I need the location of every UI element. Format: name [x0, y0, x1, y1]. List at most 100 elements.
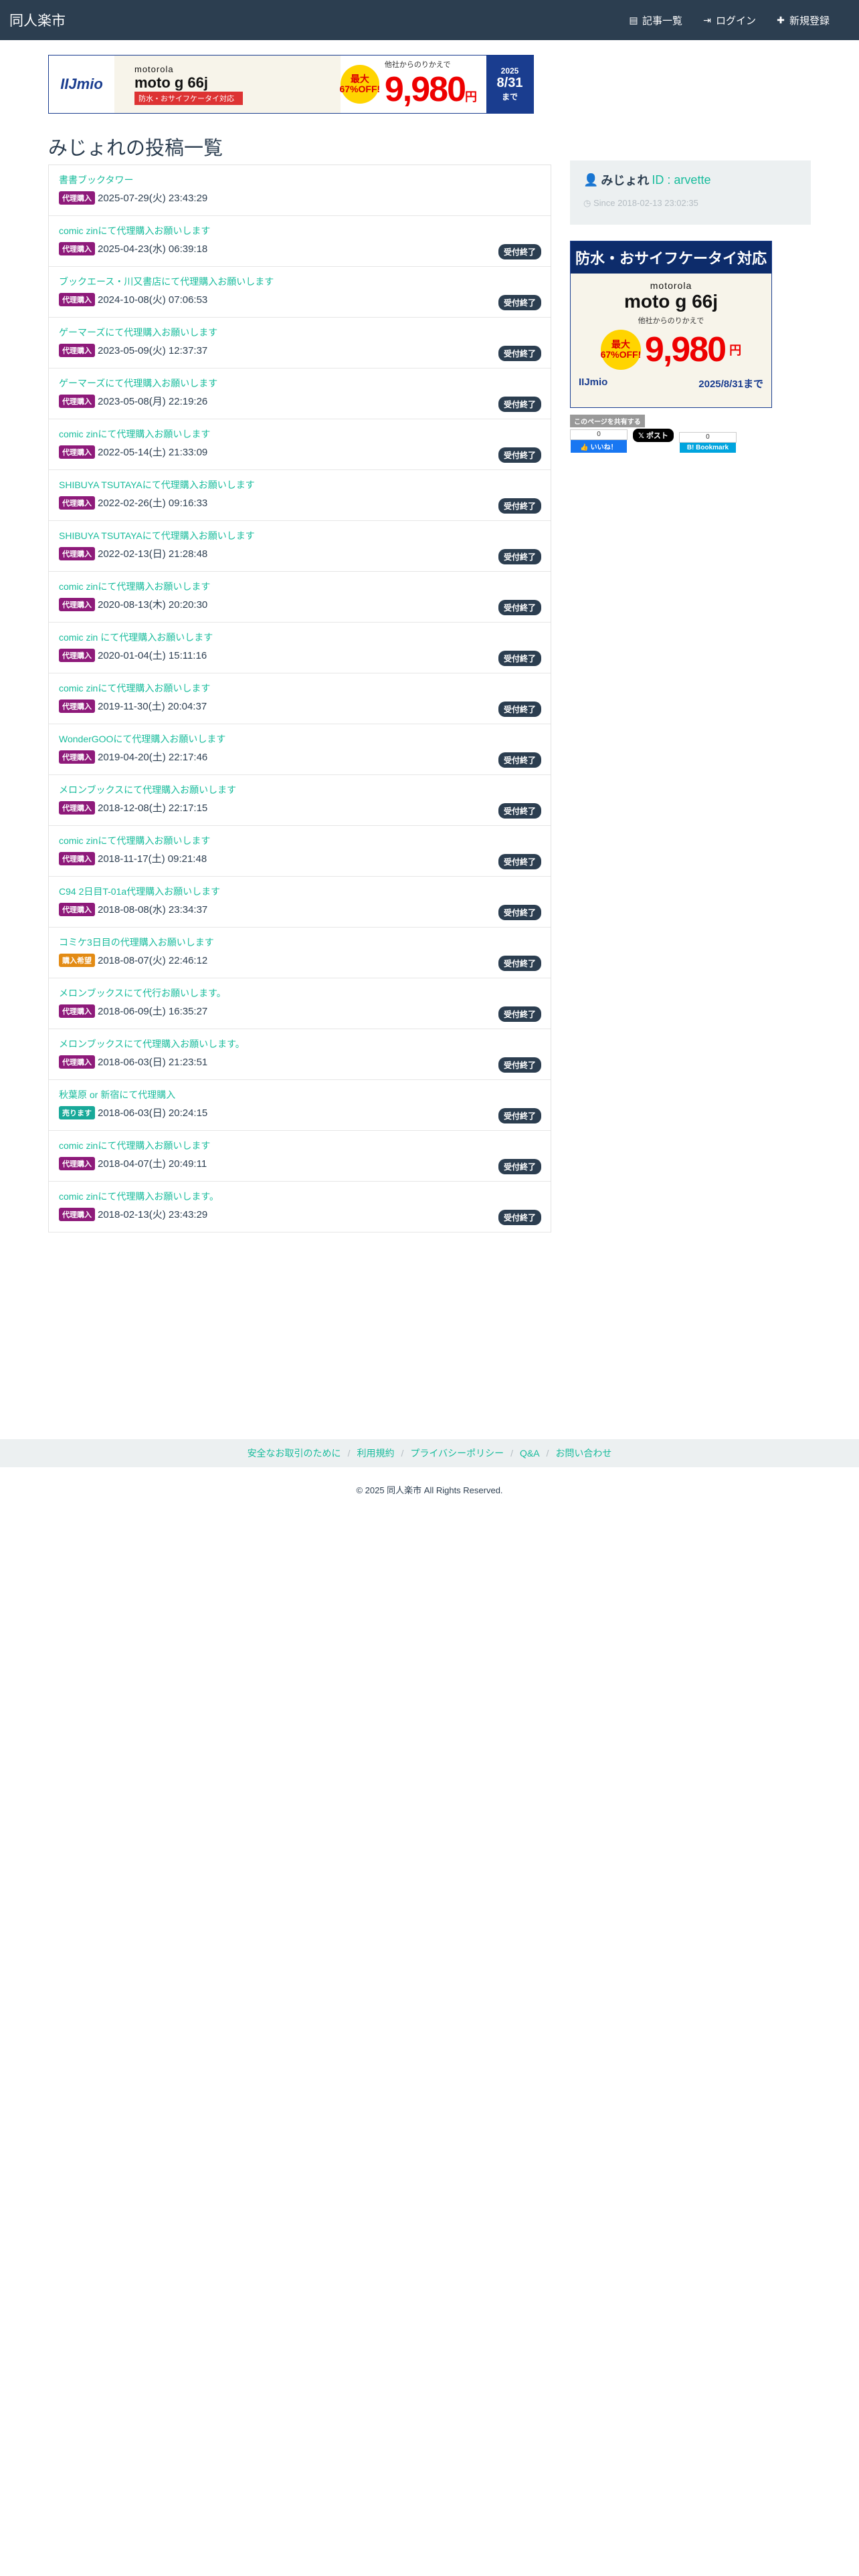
- post-title-link[interactable]: SHIBUYA TSUTAYAにて代理購入お願いします: [59, 529, 541, 542]
- post-type-label: 代理購入: [59, 699, 95, 713]
- footer-link-qa[interactable]: Q&A: [520, 1448, 540, 1459]
- post-meta: 代理購入 2023-05-08(月) 22:19:26: [59, 394, 541, 408]
- user-icon: 👤: [583, 173, 599, 187]
- status-badge: 受付終了: [498, 295, 541, 310]
- post-row: 秋葉原 or 新宿にて代理購入 売ります 2018-06-03(日) 20:24:1…: [49, 1080, 551, 1131]
- ad-side-brand: motorola: [650, 280, 692, 291]
- x-post-button[interactable]: 𝕏 ポスト: [633, 429, 674, 442]
- post-title-link[interactable]: comic zinにて代理購入お願いします: [59, 580, 541, 593]
- ad-side-pricerow: 最大67%OFF! 9,980 円: [581, 330, 761, 370]
- post-title-link[interactable]: ブックエース・川又書店にて代理購入お願いします: [59, 275, 541, 288]
- post-row: 書書ブックタワー 代理購入 2025-07-29(火) 23:43:29: [49, 165, 551, 216]
- post-row: メロンブックスにて代理購入お願いします。 代理購入 2018-06-03(日) 21…: [49, 1029, 551, 1080]
- facebook-like[interactable]: 0 👍 いいね！: [570, 429, 628, 453]
- post-title-link[interactable]: comic zinにて代理購入お願いします: [59, 224, 541, 237]
- share-buttons: 0 👍 いいね！ 𝕏 ポスト 0 B! Bookmark: [570, 429, 811, 453]
- ad-discount-badge: 最大67%OFF!: [340, 65, 380, 104]
- post-type-label: 代理購入: [59, 1156, 95, 1170]
- hatena-bookmark-button[interactable]: B! Bookmark: [679, 443, 736, 453]
- share-label: このページを共有する: [570, 415, 645, 427]
- nav-register[interactable]: ✚ 新規登録: [776, 13, 830, 27]
- ad-side-foot: IIJmio 2025/8/31まで: [571, 377, 771, 391]
- nav-article-list[interactable]: ▤ 記事一覧: [629, 13, 682, 27]
- post-date: 2018-04-07(土) 20:49:11: [98, 1158, 207, 1170]
- post-title-link[interactable]: ゲーマーズにて代理購入お願いします: [59, 377, 541, 390]
- post-row: メロンブックスにて代理購入お願いします 代理購入 2018-12-08(土) 22:…: [49, 775, 551, 826]
- plus-icon: ✚: [777, 14, 785, 25]
- post-title-link[interactable]: メロンブックスにて代理購入お願いします。: [59, 1037, 541, 1051]
- post-title-link[interactable]: メロンブックスにて代理購入お願いします: [59, 783, 541, 796]
- post-meta: 代理購入 2020-08-13(木) 20:20:30: [59, 597, 541, 611]
- ad-note: 他社からのりかえで: [384, 61, 451, 69]
- nav-links: ▤ 記事一覧 ⇥ ログイン ✚ 新規登録: [629, 13, 850, 27]
- post-meta: 代理購入 2018-06-03(日) 21:23:51: [59, 1055, 541, 1069]
- post-title-link[interactable]: comic zinにて代理購入お願いします: [59, 1139, 541, 1152]
- ad-offer: 最大67%OFF! 他社からのりかえで 9,980円: [340, 56, 486, 113]
- post-title-link[interactable]: comic zinにて代理購入お願いします。: [59, 1190, 541, 1203]
- post-title-link[interactable]: 秋葉原 or 新宿にて代理購入: [59, 1088, 541, 1101]
- hatena-count: 0: [678, 432, 737, 443]
- post-title-link[interactable]: C94 2日目T-01a代理購入お願いします: [59, 885, 541, 898]
- site-brand[interactable]: 同人楽市: [9, 10, 66, 30]
- hatena-bookmark[interactable]: 0 B! Bookmark: [678, 432, 737, 453]
- post-title-link[interactable]: ゲーマーズにて代理購入お願いします: [59, 326, 541, 339]
- post-type-label: 代理購入: [59, 750, 95, 764]
- facebook-like-label: いいね！: [590, 444, 617, 451]
- post-type-label: 代理購入: [59, 597, 95, 611]
- status-badge: 受付終了: [498, 397, 541, 412]
- post-meta: 代理購入 2022-02-26(土) 09:16:33: [59, 496, 541, 510]
- post-row: SHIBUYA TSUTAYAにて代理購入お願いします 代理購入 2022-02-2…: [49, 470, 551, 521]
- post-date: 2018-06-09(土) 16:35:27: [98, 1006, 208, 1017]
- status-badge: 受付終了: [498, 1210, 541, 1225]
- status-badge: 受付終了: [498, 854, 541, 869]
- footer-link-terms[interactable]: 利用規約: [357, 1446, 394, 1460]
- footer-link-privacy[interactable]: プライバシーポリシー: [410, 1446, 504, 1460]
- navbar: 同人楽市 ▤ 記事一覧 ⇥ ログイン ✚ 新規登録: [0, 0, 859, 40]
- profile-since: ◷ Since 2018-02-13 23:02:35: [583, 198, 797, 209]
- post-meta: 代理購入 2025-04-23(水) 06:39:18: [59, 241, 541, 255]
- main-container: IIJmio motorola moto g 66j 防水・おサイフケータイ対応…: [48, 40, 811, 1232]
- status-badge: 受付終了: [498, 549, 541, 564]
- post-type-label: 代理購入: [59, 546, 95, 560]
- footer-separator: /: [347, 1448, 351, 1459]
- top-banner-ad[interactable]: IIJmio motorola moto g 66j 防水・おサイフケータイ対応…: [48, 55, 534, 114]
- post-type-label: 代理購入: [59, 292, 95, 306]
- post-title-link[interactable]: comic zinにて代理購入お願いします: [59, 834, 541, 847]
- footer-separator: /: [401, 1448, 404, 1459]
- post-meta: 代理購入 2024-10-08(火) 07:06:53: [59, 292, 541, 306]
- sidebar-banner-ad[interactable]: 防水・おサイフケータイ対応 motorola moto g 66j 他社からのり…: [570, 241, 772, 408]
- post-type-label: 代理購入: [59, 496, 95, 510]
- post-row: comic zinにて代理購入お願いします 代理購入 2019-11-30(土) 2…: [49, 673, 551, 724]
- post-title-link[interactable]: WonderGOOにて代理購入お願いします: [59, 732, 541, 746]
- post-title-link[interactable]: comic zinにて代理購入お願いします: [59, 427, 541, 441]
- status-badge: 受付終了: [498, 346, 541, 361]
- post-title-link[interactable]: 書書ブックタワー: [59, 173, 541, 187]
- post-type-label: 代理購入: [59, 445, 95, 459]
- post-list: 書書ブックタワー 代理購入 2025-07-29(火) 23:43:29 comic …: [48, 165, 551, 1232]
- ad-year: 2025: [500, 66, 519, 76]
- post-title-link[interactable]: メロンブックスにて代行お願いします。: [59, 986, 541, 1000]
- copyright: © 2025 同人楽市 All Rights Reserved.: [356, 1485, 503, 1495]
- facebook-like-button[interactable]: 👍 いいね！: [571, 440, 627, 453]
- post-date: 2024-10-08(火) 07:06:53: [98, 294, 208, 306]
- ad-side-price: 9,980: [644, 330, 727, 369]
- post-title-link[interactable]: comic zin にて代理購入お願いします: [59, 631, 541, 644]
- ad-side-note: 他社からのりかえで: [638, 317, 704, 325]
- post-row: comic zin にて代理購入お願いします 代理購入 2020-01-04(土) …: [49, 623, 551, 673]
- post-date: 2019-04-20(土) 22:17:46: [98, 752, 208, 763]
- post-row: comic zinにて代理購入お願いします 代理購入 2018-11-17(土) 0…: [49, 826, 551, 877]
- status-badge: 受付終了: [498, 651, 541, 666]
- ad-product: motorola moto g 66j 防水・おサイフケータイ対応: [114, 56, 341, 113]
- post-title-link[interactable]: comic zinにて代理購入お願いします: [59, 681, 541, 695]
- status-badge: 受付終了: [498, 244, 541, 259]
- footer-link-safety[interactable]: 安全なお取引のために: [248, 1446, 341, 1460]
- post-title-link[interactable]: SHIBUYA TSUTAYAにて代理購入お願いします: [59, 478, 541, 492]
- footer-link-contact[interactable]: お問い合わせ: [555, 1446, 611, 1460]
- nav-login[interactable]: ⇥ ログイン: [702, 13, 756, 27]
- post-date: 2018-02-13(火) 23:43:29: [98, 1209, 208, 1220]
- post-title-link[interactable]: コミケ3日目の代理購入お願いします: [59, 936, 541, 949]
- ad-tagline: 防水・おサイフケータイ対応: [134, 91, 243, 105]
- ad-date: 2025 8/31 まで: [486, 56, 533, 113]
- post-type-label: 代理購入: [59, 1055, 95, 1069]
- ad-phone: moto g 66j: [134, 74, 209, 91]
